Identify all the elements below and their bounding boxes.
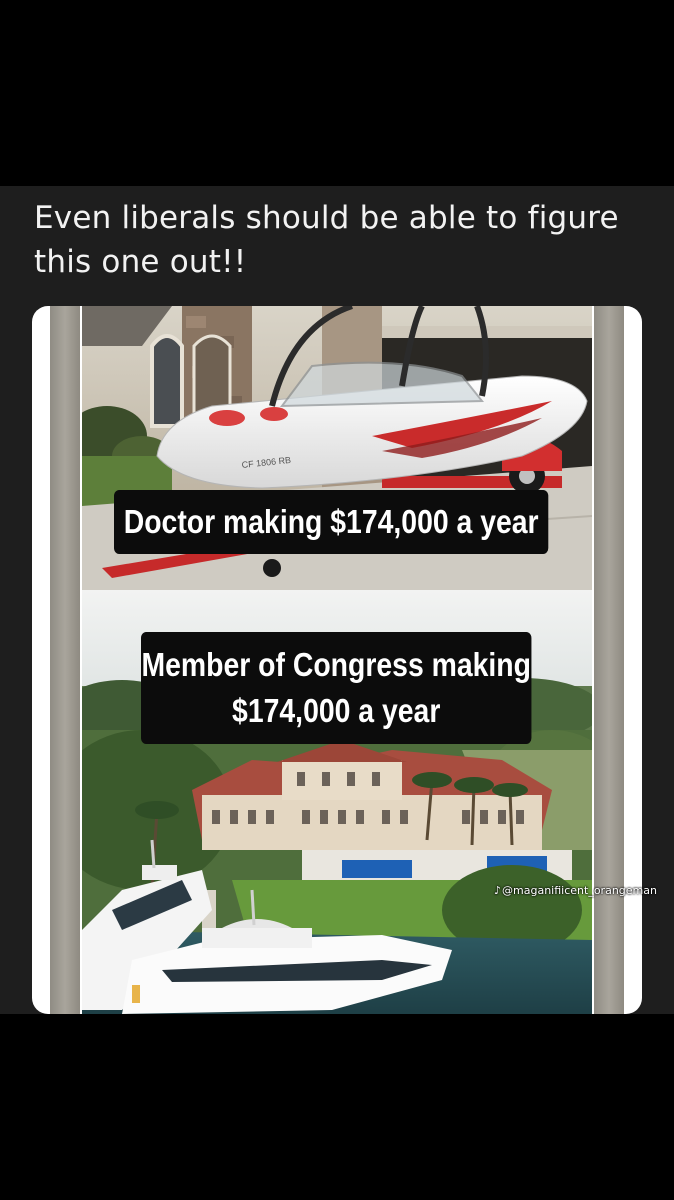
post-caption: Even liberals should be able to figure t… <box>34 200 619 280</box>
congress-label-line1: Member of Congress making <box>141 646 531 683</box>
doctor-label: Doctor making $174,000 a year <box>114 490 549 554</box>
tiktok-watermark: ♪@maganifiicent_orangeman <box>494 884 657 897</box>
right-blur-border <box>594 306 624 1014</box>
left-blur-border <box>50 306 80 1014</box>
watermark-handle: @maganifiicent_orangeman <box>502 884 657 897</box>
congress-label-line2: $174,000 a year <box>232 692 441 729</box>
congress-label: Member of Congress making $174,000 a yea… <box>141 632 532 744</box>
tiktok-icon: ♪ <box>494 884 502 897</box>
